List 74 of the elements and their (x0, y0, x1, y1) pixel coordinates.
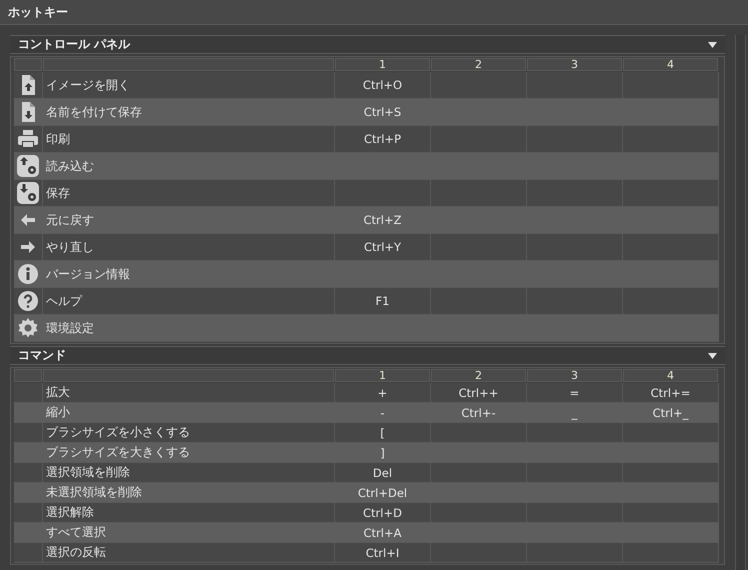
window-title: ホットキー (8, 4, 68, 20)
column-header: 1 (335, 369, 430, 382)
command-name: ヘルプ (43, 288, 335, 315)
file-upload-icon (22, 75, 35, 95)
command-name: ブラシサイズを大きくする (43, 443, 335, 463)
column-header: 3 (527, 369, 622, 382)
shortcut-cell: Ctrl+A (335, 523, 431, 543)
shortcut-cell: ] (335, 443, 431, 463)
caret-icon[interactable] (708, 42, 717, 48)
info-icon (18, 264, 38, 284)
shortcut-cell: Ctrl+I (335, 543, 431, 563)
arrow-left-icon (21, 214, 35, 226)
shortcut-cell: Ctrl+D (335, 503, 431, 523)
shortcut-cell: [ (335, 423, 431, 443)
shortcut-cell: + (335, 383, 431, 403)
command-name: 選択解除 (43, 503, 335, 523)
column-header: 4 (623, 58, 718, 71)
command-name: 選択の反転 (43, 543, 335, 563)
shortcut-cell: Ctrl+Z (335, 207, 431, 234)
column-header: 3 (527, 58, 622, 71)
upload-gear-icon (17, 155, 39, 177)
shortcut-cell: Ctrl+_ (623, 403, 719, 423)
command-name: 縮小 (43, 403, 335, 423)
command-name: すべて選択 (43, 523, 335, 543)
shortcut-cell: Del (335, 463, 431, 483)
shortcut-cell: = (527, 383, 623, 403)
shortcut-cell: Ctrl+S (335, 99, 431, 126)
shortcut-cell: Ctrl++ (431, 383, 527, 403)
help-icon (18, 291, 38, 311)
shortcut-cell: Ctrl+= (623, 383, 719, 403)
table-cell (14, 523, 43, 543)
shortcut-cell: F1 (335, 288, 431, 315)
table-cell (14, 463, 43, 483)
shortcut-cell: _ (527, 403, 623, 423)
command-name: やり直し (43, 234, 335, 261)
command-name: 元に戻す (43, 207, 335, 234)
command-name: 未選択領域を削除 (43, 483, 335, 503)
shortcut-cell: Ctrl+P (335, 126, 431, 153)
table-cell (14, 403, 43, 423)
table-cell (14, 483, 43, 503)
caret-icon[interactable] (708, 352, 717, 358)
printer-icon (18, 130, 38, 148)
command-name: 名前を付けて保存 (43, 99, 335, 126)
command-name: ブラシサイズを小さくする (43, 423, 335, 443)
scrollbar[interactable] (735, 35, 746, 570)
section-header[interactable]: コントロール パネル (10, 35, 725, 54)
table-cell (14, 503, 43, 523)
command-name: イメージを開く (43, 72, 335, 99)
shortcut-cell: Ctrl+O (335, 72, 431, 99)
table-cell (14, 423, 43, 443)
arrow-right-icon (21, 241, 35, 253)
table-cell (14, 383, 43, 403)
download-gear-icon (17, 182, 39, 204)
command-name: 読み込む (43, 153, 335, 180)
section-title: コマンド (18, 347, 66, 364)
section-title: コントロール パネル (18, 36, 130, 53)
column-header: 2 (431, 58, 526, 71)
shortcut-cell: Ctrl+Y (335, 234, 431, 261)
command-name: 印刷 (43, 126, 335, 153)
column-header: 2 (431, 369, 526, 382)
command-name: バージョン情報 (43, 261, 335, 288)
file-download-icon (22, 102, 35, 122)
shortcut-cell: Ctrl+Del (335, 483, 431, 503)
command-name: 環境設定 (43, 315, 335, 342)
shortcut-cell: - (335, 403, 431, 423)
column-header: 1 (335, 58, 430, 71)
command-name: 拡大 (43, 383, 335, 403)
shortcut-cell: Ctrl+- (431, 403, 527, 423)
table-cell (14, 443, 43, 463)
command-name: 保存 (43, 180, 335, 207)
section-header[interactable]: コマンド (10, 346, 725, 365)
column-header: 4 (623, 369, 718, 382)
settings-icon (18, 318, 38, 338)
command-name: 選択領域を削除 (43, 463, 335, 483)
